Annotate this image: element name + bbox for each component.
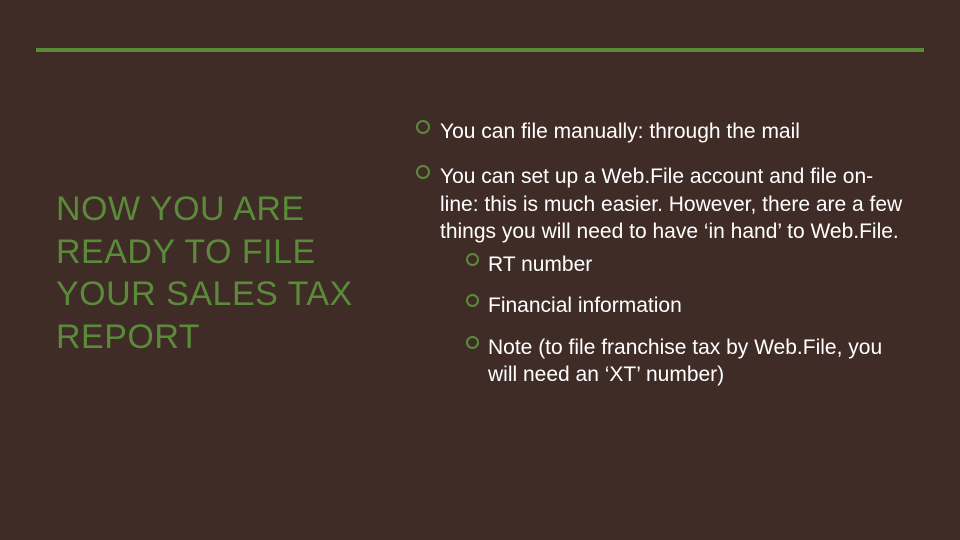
left-column: NOW YOU ARE READY TO FILE YOUR SALES TAX… [36, 48, 406, 510]
slide-title: NOW YOU ARE READY TO FILE YOUR SALES TAX… [56, 188, 396, 358]
sub-bullet-item: Note (to file franchise tax by Web.File,… [466, 334, 904, 389]
bullet-icon [416, 165, 430, 179]
sub-bullet-list: RT number Financial information Note (to… [440, 251, 904, 388]
right-column: You can file manually: through the mail … [406, 48, 924, 510]
bullet-item: You can file manually: through the mail [416, 118, 904, 145]
sub-bullet-item: RT number [466, 251, 904, 278]
bullet-text: You can file manually: through the mail [440, 120, 800, 143]
bullet-icon [466, 253, 479, 266]
bullet-icon [416, 120, 430, 134]
sub-bullet-text: RT number [488, 253, 592, 276]
slide-body: NOW YOU ARE READY TO FILE YOUR SALES TAX… [36, 48, 924, 510]
sub-bullet-text: Note (to file franchise tax by Web.File,… [488, 336, 882, 386]
bullet-text: You can set up a Web.File account and fi… [440, 165, 902, 243]
sub-bullet-item: Financial information [466, 292, 904, 319]
bullet-item: You can set up a Web.File account and fi… [416, 163, 904, 388]
sub-bullet-text: Financial information [488, 294, 682, 317]
bullet-icon [466, 336, 479, 349]
bullet-icon [466, 294, 479, 307]
